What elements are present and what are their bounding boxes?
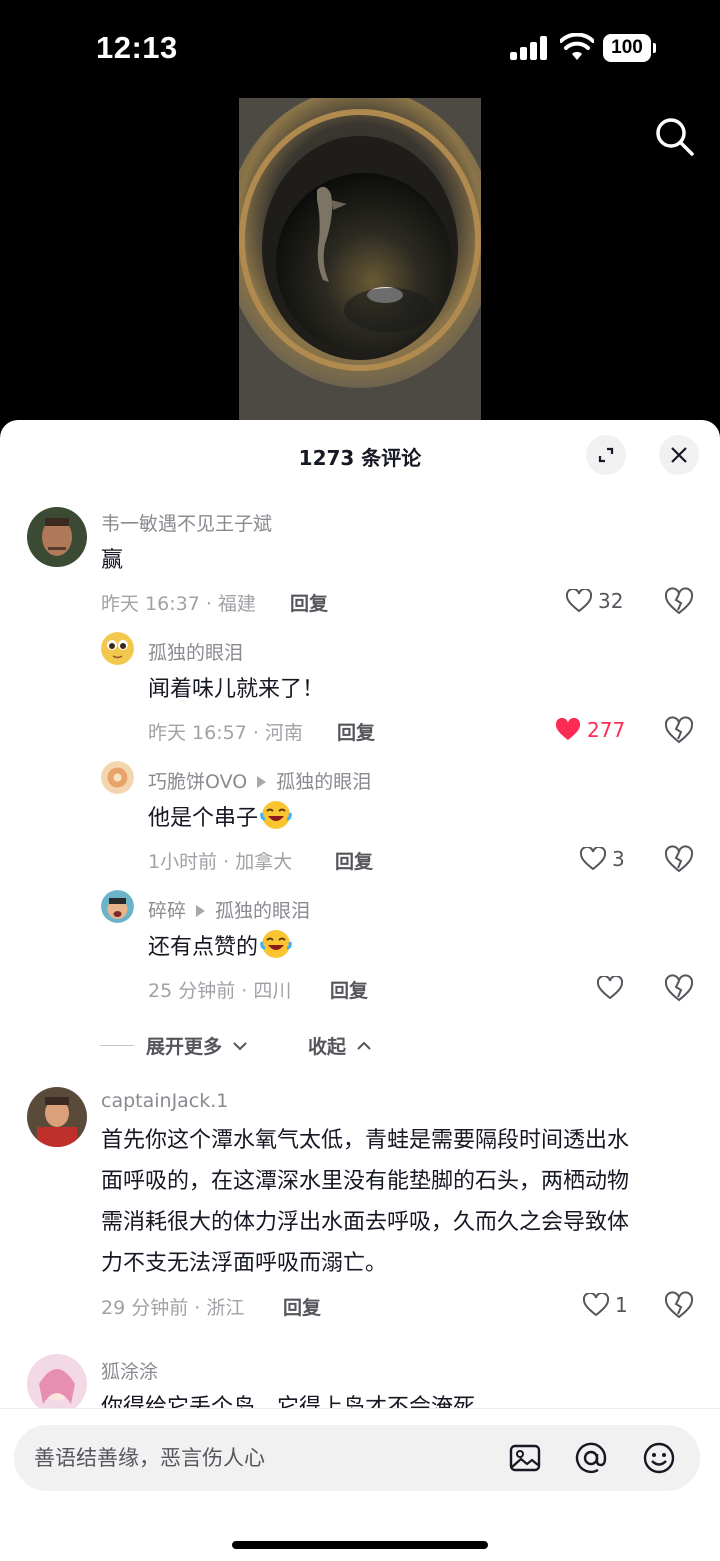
cellular-signal-icon <box>510 36 548 60</box>
emoji-icon[interactable] <box>642 1441 676 1475</box>
reply-to-arrow-icon <box>257 776 267 788</box>
comment-username[interactable]: 韦一敏遇不见王子斌 <box>101 509 272 536</box>
reply-username[interactable]: 碎碎 孤独的眼泪 <box>148 896 310 923</box>
avatar[interactable] <box>101 761 134 794</box>
comment-input-container <box>14 1425 700 1491</box>
like-count: 1 <box>615 1293 628 1317</box>
like-button[interactable]: 3 <box>580 844 625 874</box>
reply-button[interactable]: 回复 <box>337 718 375 745</box>
reply-target[interactable]: 孤独的眼泪 <box>276 771 371 793</box>
heart-icon <box>566 589 592 613</box>
expand-icon <box>598 447 614 463</box>
video-frame-image <box>239 98 481 428</box>
comment-username[interactable]: captainJack.1 <box>101 1090 228 1112</box>
comment-text: 赢 <box>101 548 124 573</box>
reply-button[interactable]: 回复 <box>330 976 368 1003</box>
reply-text: 闻着味儿就来了！ <box>148 677 325 702</box>
comment-text: 首先你这个潭水氧气太低，青蛙是需要隔段时间透出水 面呼吸的，在这潭深水里没有能垫… <box>101 1120 629 1284</box>
dislike-icon[interactable] <box>664 586 694 616</box>
dislike-icon[interactable] <box>664 844 694 874</box>
like-button[interactable]: 32 <box>566 586 623 616</box>
reply-username[interactable]: 孤独的眼泪 <box>148 638 243 665</box>
laughing-crying-emoji-icon <box>260 801 292 829</box>
like-button[interactable] <box>597 973 629 1003</box>
thread-divider <box>100 1045 134 1046</box>
chevron-up-icon <box>356 1041 371 1050</box>
reply-username[interactable]: 巧脆饼OVO 孤独的眼泪 <box>148 767 371 794</box>
home-indicator[interactable] <box>232 1541 488 1549</box>
reply-to-arrow-icon <box>196 905 206 917</box>
reply-author[interactable]: 碎碎 <box>148 900 186 922</box>
battery-icon: 100 <box>603 34 656 62</box>
expand-more-button[interactable]: 展开更多 <box>146 1032 248 1059</box>
collapse-button[interactable]: 收起 <box>308 1032 372 1059</box>
comment-input-bar <box>0 1408 720 1561</box>
reply-text-content: 还有点赞的 <box>148 935 259 960</box>
reply-time-location: 昨天 16:57 · 河南 <box>148 722 303 744</box>
dislike-icon[interactable] <box>664 715 694 745</box>
avatar[interactable] <box>27 1354 87 1414</box>
reply-text: 他是个串子 <box>148 798 292 839</box>
status-time: 12:13 <box>96 30 178 65</box>
comment-input[interactable] <box>34 1425 494 1491</box>
comment-text-line: 力不支无法浮面呼吸而溺亡。 <box>101 1251 388 1276</box>
avatar[interactable] <box>27 507 87 567</box>
heart-icon <box>583 1293 609 1317</box>
comment-time-location: 29 分钟前 · 浙江 <box>101 1297 245 1319</box>
image-icon[interactable] <box>508 1441 542 1475</box>
reply-time-location: 1小时前 · 加拿大 <box>148 851 293 873</box>
status-bar: 12:13 100 <box>0 0 720 98</box>
dislike-icon[interactable] <box>664 1290 694 1320</box>
comment-sheet: 1273 条评论 韦一敏遇不见王子斌 赢 昨天 16:37 · 福建 回复 32… <box>0 420 720 1561</box>
like-count: 32 <box>598 589 624 613</box>
battery-level: 100 <box>603 34 651 62</box>
close-icon <box>671 447 687 463</box>
expand-sheet-button[interactable] <box>586 435 626 475</box>
heart-filled-icon <box>555 718 581 740</box>
close-sheet-button[interactable] <box>659 435 699 475</box>
comment-text-line: 首先你这个潭水氧气太低，青蛙是需要隔段时间透出水 <box>101 1128 630 1153</box>
video-player[interactable] <box>239 98 481 428</box>
dislike-icon[interactable] <box>664 973 694 1003</box>
comment-time-location: 昨天 16:37 · 福建 <box>101 593 256 615</box>
laughing-crying-emoji-icon <box>260 930 292 958</box>
avatar[interactable] <box>101 632 134 665</box>
comment-text-line: 面呼吸的，在这潭深水里没有能垫脚的石头，两栖动物 <box>101 1169 630 1194</box>
avatar[interactable] <box>27 1087 87 1147</box>
reply-author[interactable]: 巧脆饼OVO <box>148 771 247 793</box>
like-count: 3 <box>612 847 625 871</box>
avatar[interactable] <box>101 890 134 923</box>
collapse-label: 收起 <box>308 1036 347 1058</box>
heart-icon <box>580 847 606 871</box>
comment-username[interactable]: 狐涂涂 <box>101 1357 158 1384</box>
expand-more-label: 展开更多 <box>146 1036 223 1058</box>
reply-button[interactable]: 回复 <box>335 847 373 874</box>
reply-button[interactable]: 回复 <box>290 589 328 616</box>
reply-time-location: 25 分钟前 · 四川 <box>148 980 292 1002</box>
like-button[interactable]: 277 <box>555 715 625 745</box>
chevron-down-icon <box>232 1042 247 1051</box>
search-icon[interactable] <box>650 112 698 160</box>
reply-text-content: 他是个串子 <box>148 806 259 831</box>
like-button[interactable]: 1 <box>583 1290 628 1320</box>
reply-text: 还有点赞的 <box>148 927 292 968</box>
reply-target[interactable]: 孤独的眼泪 <box>215 900 310 922</box>
reply-button[interactable]: 回复 <box>283 1293 321 1320</box>
like-count: 277 <box>587 718 626 742</box>
mention-icon[interactable] <box>574 1441 608 1475</box>
comment-text-line: 需消耗很大的体力浮出水面去呼吸，久而久之会导致体 <box>101 1210 630 1235</box>
heart-icon <box>597 976 623 1000</box>
wifi-icon <box>560 33 594 60</box>
